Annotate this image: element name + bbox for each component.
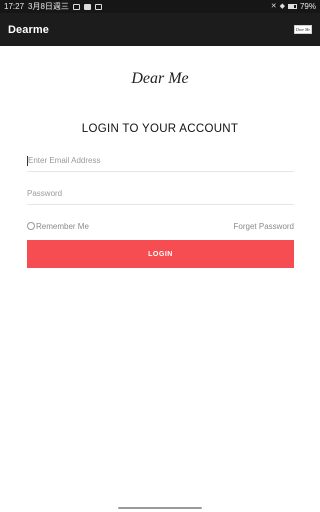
- email-field[interactable]: [27, 150, 294, 172]
- wifi-icon: ◆: [279, 3, 285, 10]
- status-date: 3月8日週三: [28, 2, 69, 11]
- status-time: 17:27: [4, 2, 25, 11]
- forget-password-link[interactable]: Forget Password: [234, 222, 294, 231]
- remember-me-label[interactable]: Remember Me: [36, 222, 89, 231]
- battery-icon: [287, 4, 297, 9]
- mail-icon: [94, 3, 102, 10]
- mute-icon: ✕: [270, 3, 277, 10]
- battery-percent: 79%: [299, 2, 316, 11]
- remember-me-radio[interactable]: [27, 222, 35, 230]
- password-input[interactable]: [27, 189, 294, 198]
- app-title: Dearme: [8, 23, 49, 36]
- page-title: LOGIN TO YOUR ACCOUNT: [81, 123, 239, 135]
- status-bar: 17:27 3月8日週三 ✕ ◆ 79%: [0, 0, 320, 13]
- image-icon: [83, 3, 91, 10]
- password-field[interactable]: [27, 183, 294, 205]
- dear-me-logo: Dear Me: [131, 70, 189, 87]
- login-button[interactable]: LOGIN: [27, 240, 294, 268]
- email-input[interactable]: [28, 156, 294, 165]
- app-logo-badge[interactable]: Dear Me: [294, 25, 312, 34]
- app-bar: Dearme Dear Me: [0, 13, 320, 46]
- home-indicator: [118, 507, 202, 509]
- login-options: Remember Me Forget Password: [27, 220, 294, 232]
- sim-icon: [72, 3, 80, 10]
